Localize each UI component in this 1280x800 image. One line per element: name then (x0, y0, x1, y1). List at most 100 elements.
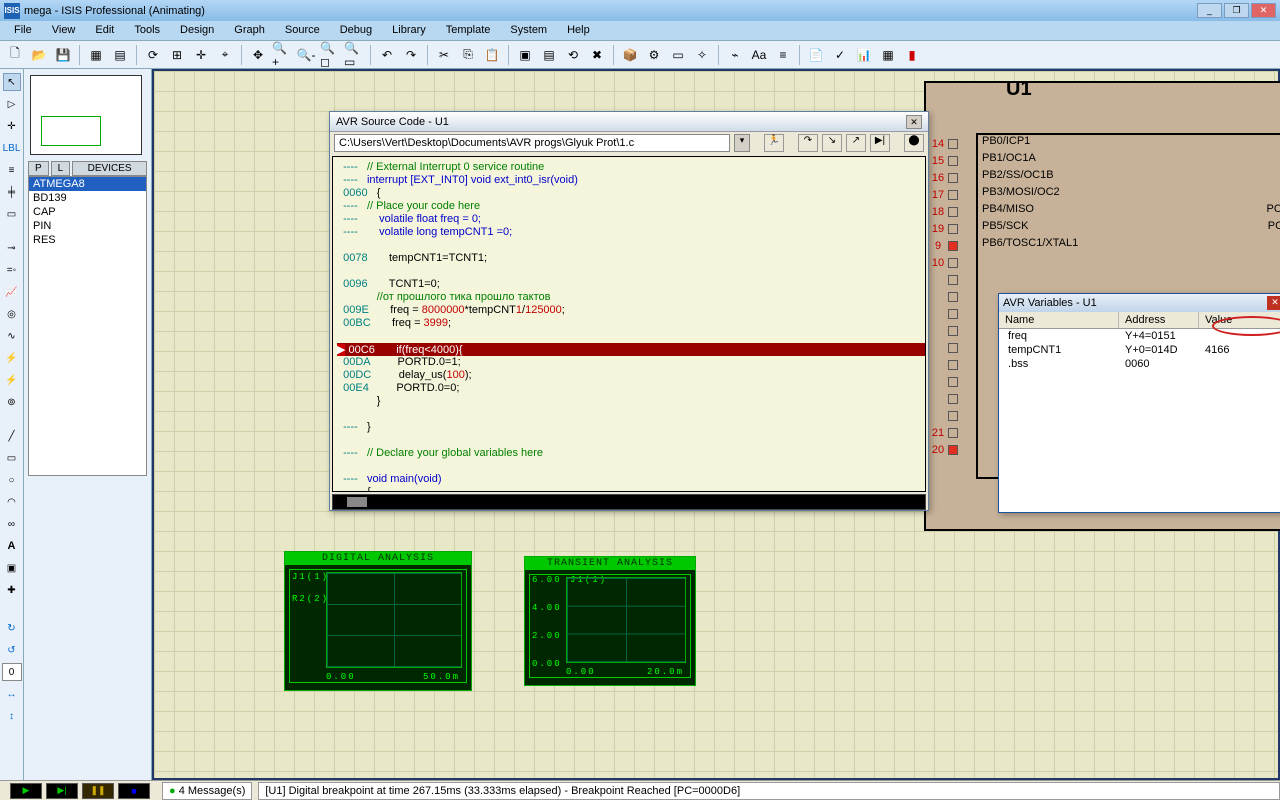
ares-icon[interactable]: ▮ (901, 44, 923, 66)
property-icon[interactable]: ≡ (772, 44, 794, 66)
generator-icon[interactable]: ∿ (3, 327, 21, 345)
code-line[interactable] (337, 239, 925, 252)
zoom-all-icon[interactable]: 🔍◻ (319, 44, 341, 66)
code-line[interactable] (337, 460, 925, 473)
variable-row[interactable]: .bss0060 (999, 357, 1280, 371)
code-line[interactable]: ---- interrupt [EXT_INT0] void ext_int0_… (337, 174, 925, 187)
step-into-icon[interactable]: ↘ (822, 134, 842, 152)
transient-analysis-graph[interactable]: TRANSIENT ANALYSIS 6.00 4.00 2.00 0.00 J… (524, 556, 696, 686)
source-code-window[interactable]: AVR Source Code - U1 ✕ ▾ 🏃 ↷ ↘ ↗ ▶| ⬤ --… (329, 111, 929, 511)
source-path-dropdown[interactable]: ▾ (734, 134, 750, 152)
menu-template[interactable]: Template (436, 21, 501, 40)
print-area-icon[interactable]: ▦ (85, 44, 107, 66)
probe-i-icon[interactable]: ⚡ (3, 371, 21, 389)
chip-pin[interactable]: 14 (928, 135, 958, 152)
chip-pin[interactable]: 9 (928, 237, 958, 254)
chip-pin[interactable] (928, 271, 958, 288)
save-icon[interactable]: 💾 (52, 44, 74, 66)
code-line[interactable]: 0096 TCNT1=0; (337, 278, 925, 291)
minimize-button[interactable]: _ (1197, 3, 1222, 18)
paste-icon[interactable]: 📋 (481, 44, 503, 66)
source-code-area[interactable]: ---- // External Interrupt 0 service rou… (332, 156, 926, 492)
zoom-in-icon[interactable]: 🔍+ (271, 44, 293, 66)
search-icon[interactable]: Aa (748, 44, 770, 66)
source-close-button[interactable]: ✕ (906, 115, 922, 129)
toggle-bp-icon[interactable]: ⬤ (904, 134, 924, 152)
circle-icon[interactable]: ○ (3, 471, 21, 489)
netlist-icon[interactable]: 📄 (805, 44, 827, 66)
decompose-icon[interactable]: ✧ (691, 44, 713, 66)
marker-icon[interactable]: ✚ (3, 581, 21, 599)
menu-library[interactable]: Library (382, 21, 436, 40)
code-line[interactable]: ---- // External Interrupt 0 service rou… (337, 161, 925, 174)
chip-pin[interactable]: 17 (928, 186, 958, 203)
code-line[interactable]: 00E4 PORTD.0=0; (337, 382, 925, 395)
code-line[interactable]: 00DA PORTD.0=1; (337, 356, 925, 369)
close-button[interactable]: ✕ (1251, 3, 1276, 18)
chip-pin[interactable]: 15 (928, 152, 958, 169)
run-to-icon[interactable]: ▶| (870, 134, 890, 152)
path-icon[interactable]: ∞ (3, 515, 21, 533)
chip-pin[interactable]: 20 (928, 441, 958, 458)
rotate-cw-icon[interactable]: ↻ (3, 619, 21, 637)
label-icon[interactable]: LBL (3, 139, 21, 157)
pan-icon[interactable]: ✥ (247, 44, 269, 66)
grid-icon[interactable]: ⊞ (166, 44, 188, 66)
chip-pin[interactable] (928, 390, 958, 407)
sim-pause-button[interactable]: ❚❚ (82, 783, 114, 799)
tape-icon[interactable]: ◎ (3, 305, 21, 323)
overview-preview[interactable] (30, 75, 142, 155)
device-item[interactable]: RES (29, 233, 146, 247)
menu-edit[interactable]: Edit (85, 21, 124, 40)
menu-view[interactable]: View (42, 21, 86, 40)
junction-icon[interactable]: ✛ (3, 117, 21, 135)
menu-tools[interactable]: Tools (124, 21, 170, 40)
zoom-area-icon[interactable]: 🔍▭ (343, 44, 365, 66)
code-line[interactable]: 0060 { (337, 187, 925, 200)
restore-button[interactable]: ❐ (1224, 3, 1249, 18)
block-copy-icon[interactable]: ▣ (514, 44, 536, 66)
text-script-icon[interactable]: ≡ (3, 161, 21, 179)
new-icon[interactable]: 🗋 (4, 44, 26, 66)
bom-icon[interactable]: 📊 (853, 44, 875, 66)
chip-pin[interactable] (928, 373, 958, 390)
chip-pin[interactable]: 16 (928, 169, 958, 186)
bus-icon[interactable]: ╪ (3, 183, 21, 201)
chip-pin[interactable] (928, 305, 958, 322)
code-line[interactable]: ---- volatile long tempCNT1 =0; (337, 226, 925, 239)
device-item[interactable]: ATMEGA8 (29, 177, 146, 191)
sim-stop-button[interactable]: ■ (118, 783, 150, 799)
message-count[interactable]: ● 4 Message(s) (162, 782, 252, 800)
block-delete-icon[interactable]: ✖ (586, 44, 608, 66)
code-line[interactable]: 0078 tempCNT1=TCNT1; (337, 252, 925, 265)
menu-system[interactable]: System (500, 21, 557, 40)
sheet-icon[interactable]: ▤ (109, 44, 131, 66)
code-line[interactable]: ---- { (337, 486, 925, 492)
chip-pin[interactable] (928, 339, 958, 356)
menu-file[interactable]: File (4, 21, 42, 40)
cut-icon[interactable]: ✂ (433, 44, 455, 66)
block-move-icon[interactable]: ▤ (538, 44, 560, 66)
chip-pin[interactable]: 19 (928, 220, 958, 237)
terminal-icon[interactable]: ⊸ (3, 239, 21, 257)
select-mode-icon[interactable]: ↖ (3, 73, 21, 91)
subcircuit-icon[interactable]: ▭ (3, 205, 21, 223)
code-line[interactable]: 009E freq = 8000000*tempCNT1/125000; (337, 304, 925, 317)
make-icon[interactable]: ⚙ (643, 44, 665, 66)
code-line[interactable]: ---- // Place your code here (337, 200, 925, 213)
variables-close-button[interactable]: ✕ (1267, 296, 1280, 310)
chip-pin[interactable] (928, 288, 958, 305)
menu-design[interactable]: Design (170, 21, 224, 40)
step-out-icon[interactable]: ↗ (846, 134, 866, 152)
arc-icon[interactable]: ◠ (3, 493, 21, 511)
code-line[interactable]: ---- } (337, 421, 925, 434)
pick-icon[interactable]: 📦 (619, 44, 641, 66)
device-item[interactable]: BD139 (29, 191, 146, 205)
wire-autoroute-icon[interactable]: ⌁ (724, 44, 746, 66)
pin-icon[interactable]: =◦ (3, 261, 21, 279)
chip-pin[interactable] (928, 356, 958, 373)
code-line[interactable]: //от прошлого тика прошло тактов (337, 291, 925, 304)
menu-graph[interactable]: Graph (224, 21, 275, 40)
code-line[interactable]: 00BC freq = 3999; (337, 317, 925, 330)
source-path-input[interactable] (334, 134, 730, 152)
